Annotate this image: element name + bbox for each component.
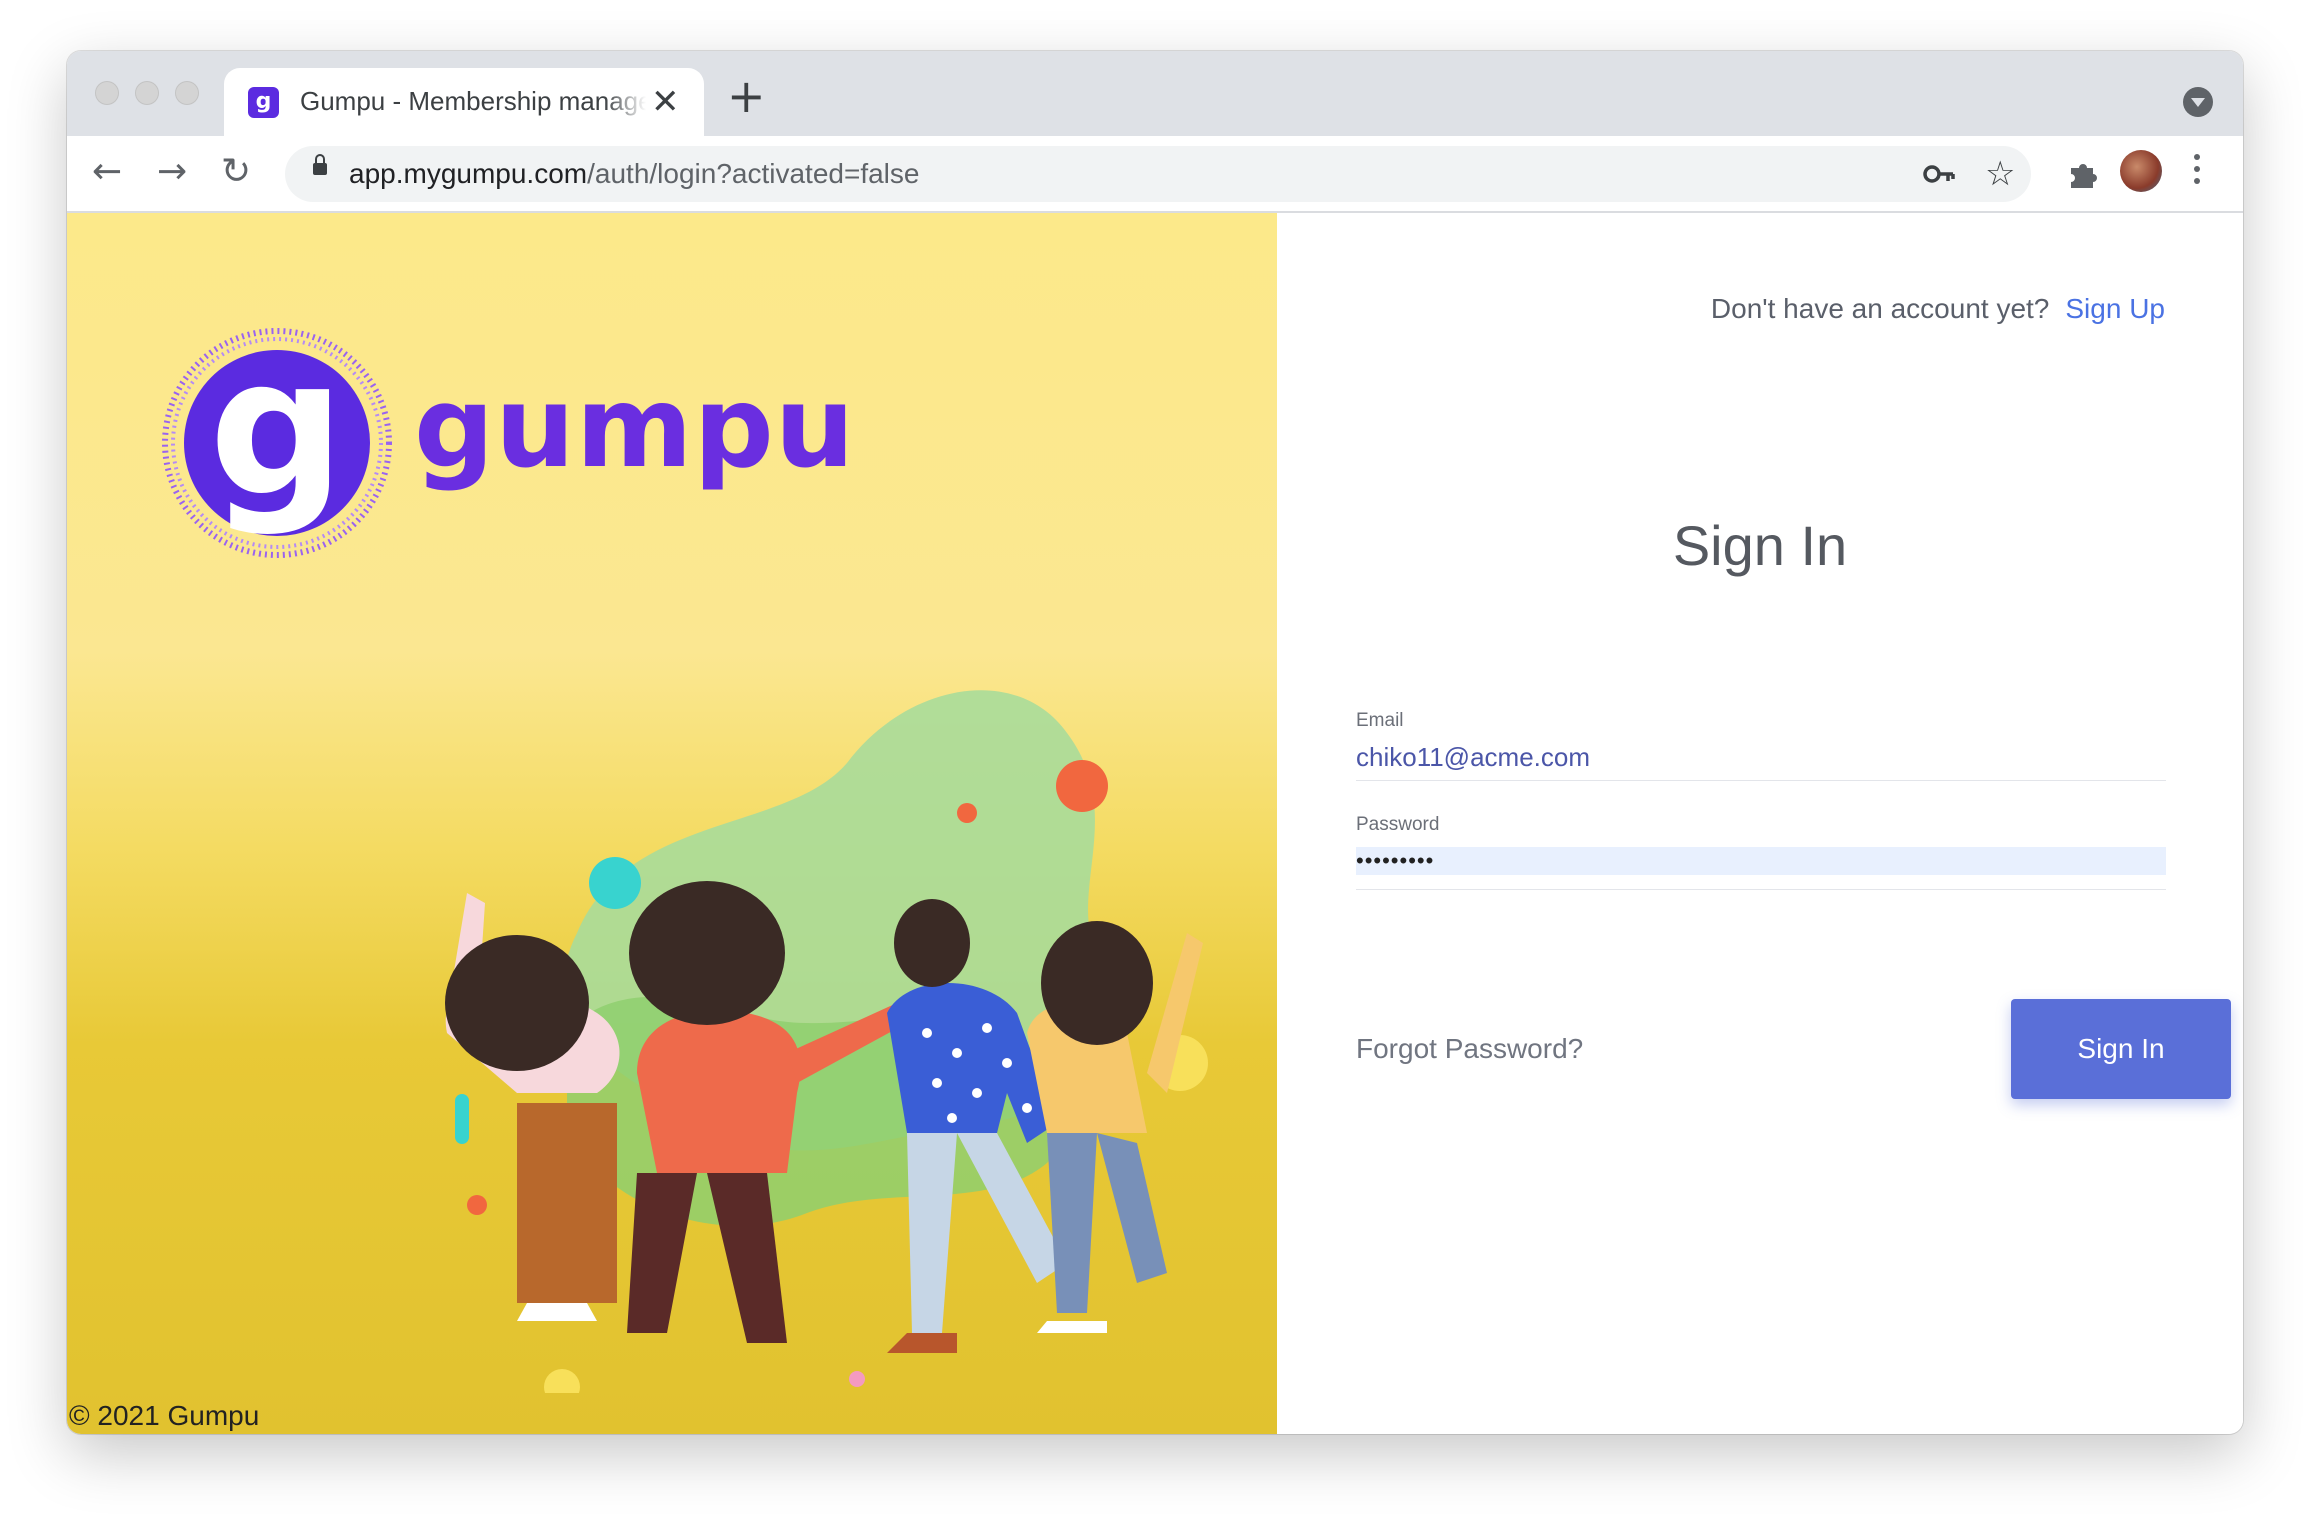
gumpu-logo-icon: g [162,328,392,558]
password-field[interactable]: ••••••••• [1356,847,2166,875]
page-content: g gumpu © 2021 Gumpu Don't have an accou… [67,213,2243,1434]
password-underline [1356,889,2166,890]
lock-icon[interactable] [313,154,327,175]
forgot-password-link[interactable]: Forgot Password? [1356,1033,1583,1065]
url-path: /auth/login?activated=false [587,158,920,189]
profile-avatar[interactable] [2120,150,2162,192]
close-tab-icon[interactable]: ✕ [651,82,680,122]
close-window-button[interactable] [95,81,119,105]
key-icon[interactable] [1923,160,1955,188]
copyright-text: © 2021 Gumpu [69,1400,260,1431]
minimize-window-button[interactable] [135,81,159,105]
tab-strip: g Gumpu - Membership management ✕ + [67,51,2243,136]
page-title: Sign In [1672,514,1848,577]
password-label: Password [1356,814,1440,835]
hero-panel: g gumpu © 2021 Gumpu [67,213,1277,1434]
people-illustration [445,690,1208,1393]
email-underline [1356,780,2166,781]
gumpu-favicon-icon: g [248,87,279,118]
puzzle-icon[interactable] [2067,158,2099,190]
email-label: Email [1356,710,1404,731]
brand-wordmark: gumpu [414,363,856,493]
maximize-window-button[interactable] [175,81,199,105]
logo-letter: g [208,317,345,538]
signup-prompt: Don't have an account yet? Sign Up [1711,293,2165,325]
address-bar[interactable]: app.mygumpu.com/auth/login?activated=fal… [285,146,2031,202]
browser-tab[interactable]: g Gumpu - Membership management ✕ [224,68,704,136]
sign-in-button[interactable]: Sign In [2011,999,2231,1099]
forward-arrow-icon[interactable]: → [157,152,187,192]
browser-window: g Gumpu - Membership management ✕ + ← → … [67,51,2243,1434]
signup-link[interactable]: Sign Up [2065,293,2165,324]
kebab-menu-icon[interactable] [2194,154,2200,190]
back-arrow-icon[interactable]: ← [92,152,122,192]
auth-panel: Don't have an account yet? Sign Up Sign I… [1277,213,2243,1434]
tab-search-icon[interactable] [2183,87,2213,117]
email-field[interactable] [1356,742,2166,773]
signup-prompt-text: Don't have an account yet? [1710,293,2050,324]
url-host: app.mygumpu.com [349,158,588,189]
reload-icon[interactable]: ↻ [221,152,251,192]
browser-toolbar: ← → ↻ app.mygumpu.com/auth/login?activat… [67,136,2243,213]
new-tab-button[interactable]: + [727,73,766,119]
star-icon[interactable]: ☆ [1985,154,2015,194]
tab-title: Gumpu - Membership management [300,86,646,116]
url-text[interactable]: app.mygumpu.com/auth/login?activated=fal… [349,158,919,190]
